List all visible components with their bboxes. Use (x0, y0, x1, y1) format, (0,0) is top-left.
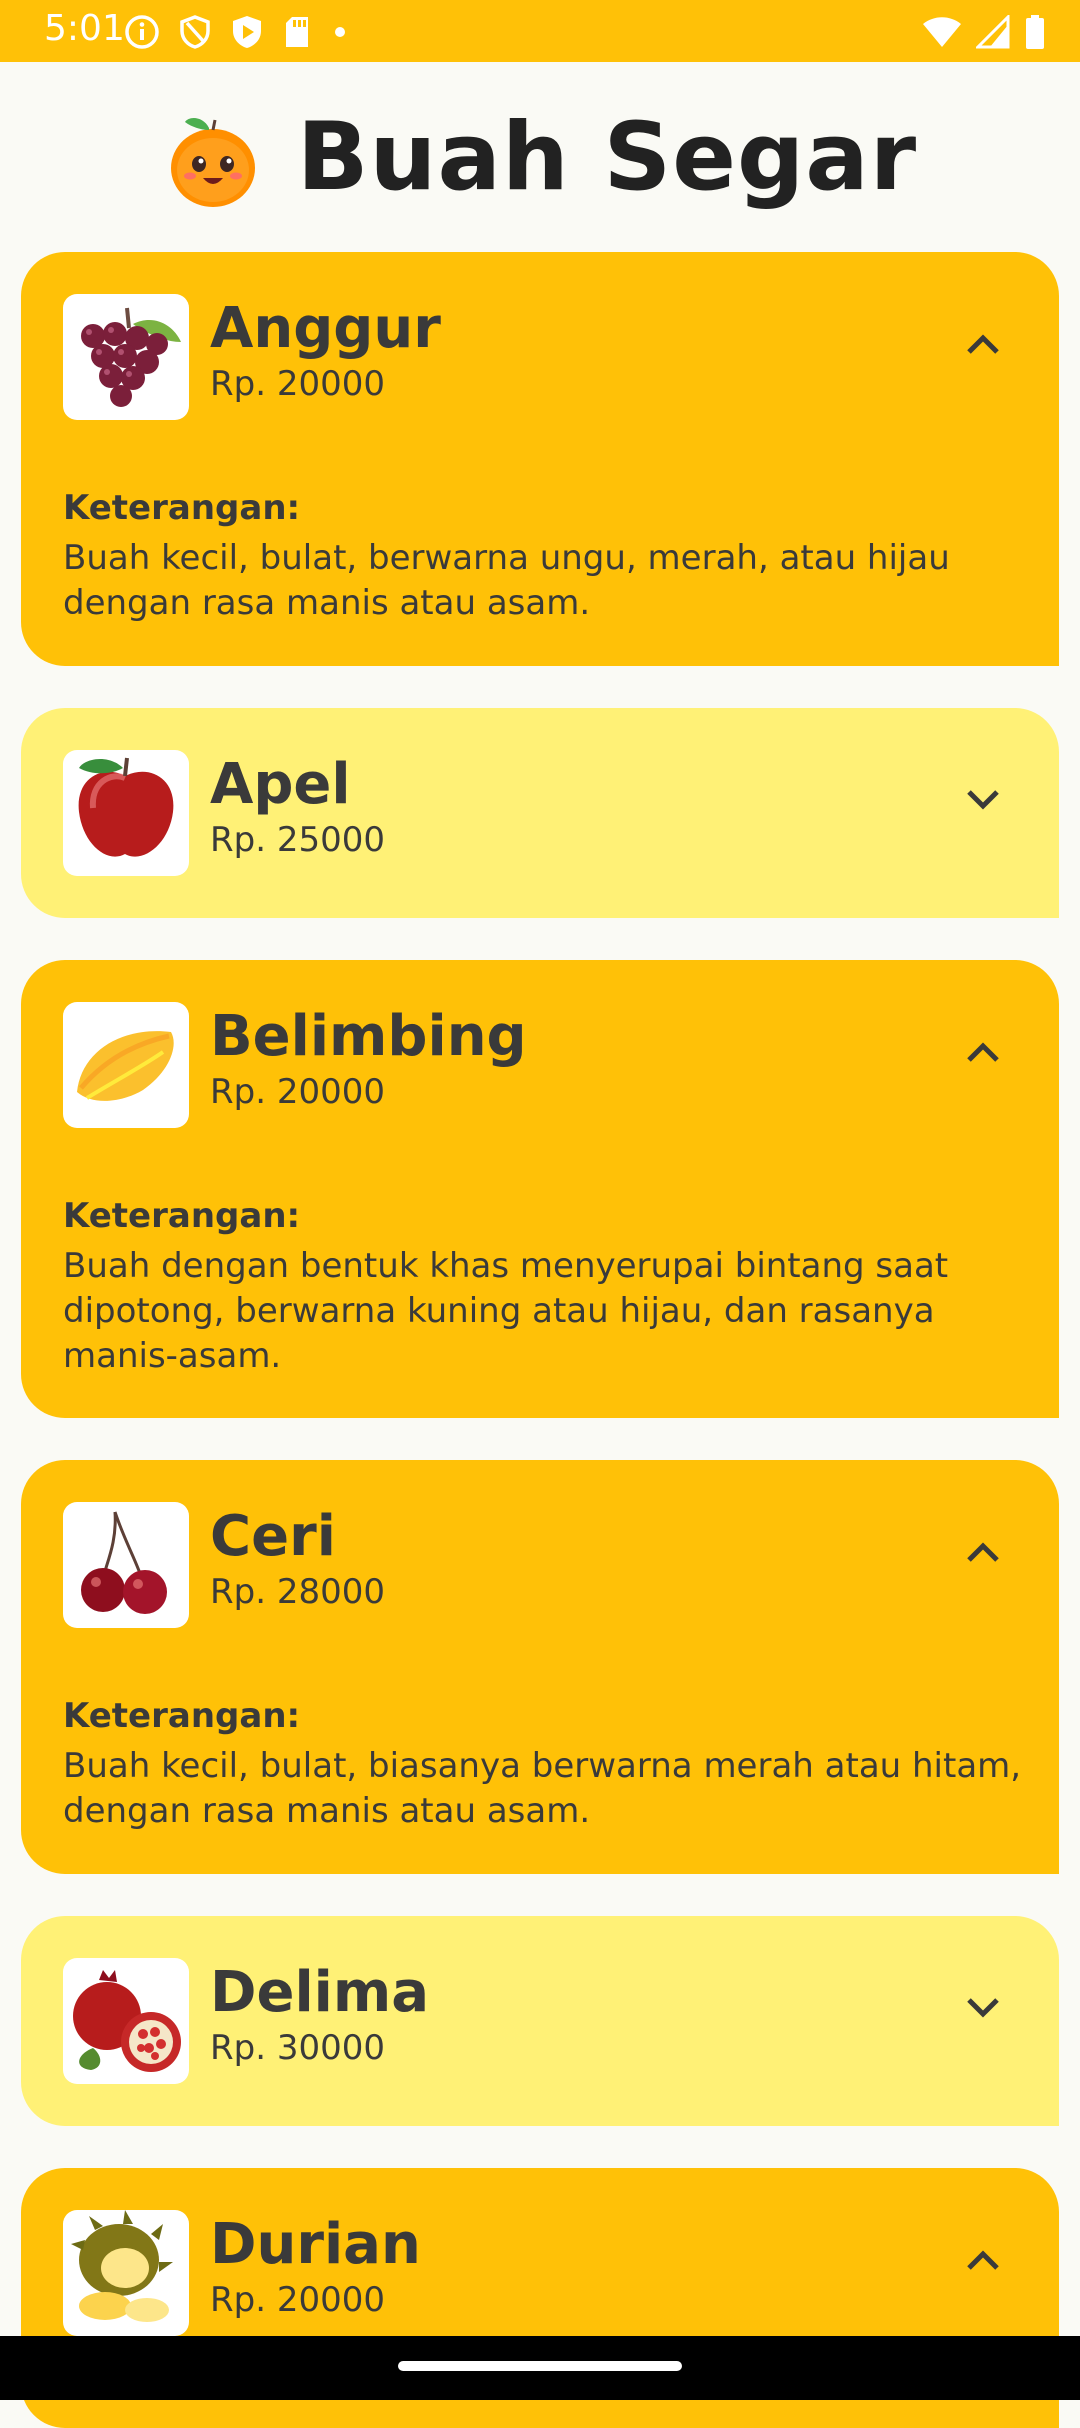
fruit-card-delima[interactable]: Delima Rp. 30000 (21, 1916, 1059, 2126)
orange-mascot-icon (170, 118, 255, 207)
fruit-price: Rp. 20000 (210, 2280, 385, 2320)
description-label: Keterangan: (63, 488, 301, 528)
fruit-card-anggur[interactable]: Anggur Rp. 20000 Keterangan: Buah kecil,… (21, 252, 1059, 666)
fruit-description: Buah kecil, bulat, berwarna ungu, merah,… (63, 538, 950, 623)
fruit-description: Buah kecil, bulat, biasanya berwarna mer… (63, 1746, 1022, 1831)
description-label: Keterangan: (63, 1196, 301, 1236)
status-right-icons (922, 14, 1046, 50)
status-time: 5:01 (44, 8, 125, 49)
fruit-price: Rp. 20000 (210, 364, 385, 404)
page-title: Buah Segar (296, 102, 918, 212)
fruit-card-ceri[interactable]: Ceri Rp. 28000 Keterangan: Buah kecil, b… (21, 1460, 1059, 1874)
navigation-bar (0, 2336, 1080, 2400)
durian-image (63, 2210, 189, 2336)
fruit-name: Anggur (210, 296, 441, 361)
pomegranate-image (63, 1958, 189, 2084)
chevron-down-icon[interactable] (961, 778, 1005, 822)
signal-icon (976, 15, 1010, 49)
fruit-name: Delima (210, 1960, 429, 2025)
fruit-price: Rp. 25000 (210, 820, 385, 860)
fruit-card-belimbing[interactable]: Belimbing Rp. 20000 Keterangan: Buah den… (21, 960, 1059, 1418)
cherry-image (63, 1502, 189, 1628)
apple-image (63, 750, 189, 876)
status-left-icons (124, 14, 350, 50)
fruit-name: Durian (210, 2212, 421, 2277)
chevron-up-icon[interactable] (961, 2238, 1005, 2282)
fruit-price: Rp. 28000 (210, 1572, 385, 1612)
battery-icon (1026, 15, 1044, 49)
dot-icon (335, 27, 345, 37)
fruit-name: Ceri (210, 1504, 336, 1569)
sd-card-icon (286, 17, 308, 47)
fruit-price: Rp. 30000 (210, 2028, 385, 2068)
wifi-icon (923, 17, 961, 47)
grape-image (63, 294, 189, 420)
shield-icon (180, 15, 210, 49)
fruit-card-apel[interactable]: Apel Rp. 25000 (21, 708, 1059, 918)
home-gesture-handle[interactable] (398, 2361, 682, 2371)
fruit-price: Rp. 20000 (210, 1072, 385, 1112)
app-header: Buah Segar (0, 62, 1080, 252)
play-protect-icon (233, 16, 261, 48)
description-label: Keterangan: (63, 1696, 301, 1736)
fruit-description: Buah dengan bentuk khas menyerupai binta… (63, 1246, 949, 1376)
info-icon (125, 15, 159, 49)
fruit-name: Apel (210, 752, 351, 817)
fruit-name: Belimbing (210, 1004, 527, 1069)
chevron-down-icon[interactable] (961, 1986, 1005, 2030)
chevron-up-icon[interactable] (961, 322, 1005, 366)
status-bar: 5:01 (0, 0, 1080, 62)
starfruit-image (63, 1002, 189, 1128)
chevron-up-icon[interactable] (961, 1530, 1005, 1574)
chevron-up-icon[interactable] (961, 1030, 1005, 1074)
